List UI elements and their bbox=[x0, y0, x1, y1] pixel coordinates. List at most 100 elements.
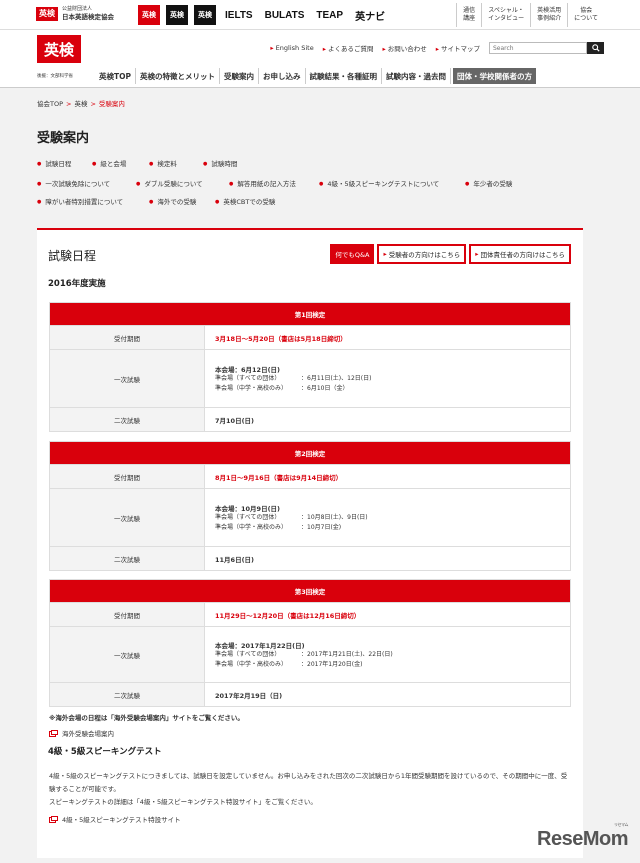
gnav-results[interactable]: 試験結果・各種証明 bbox=[306, 68, 382, 84]
second-exam-date: 7月10日(日) bbox=[215, 416, 255, 425]
search-icon bbox=[591, 44, 600, 52]
anchor-grades[interactable]: 級と会場 bbox=[92, 158, 126, 168]
year-heading: 2016年度実施 bbox=[48, 279, 106, 289]
anchor-answer-sheet[interactable]: 解答用紙の記入方法 bbox=[229, 178, 296, 188]
org-line2: 日本英語検定協会 bbox=[62, 12, 114, 21]
breadcrumb: 協会TOP > 英検 > 受験案内 bbox=[37, 100, 125, 108]
sub-venue-label: 準会場（すべての団体） bbox=[215, 514, 281, 522]
external-link-icon bbox=[49, 729, 58, 737]
logo-sub: 後援：文部科学省 bbox=[37, 74, 73, 79]
english-site-link[interactable]: English Site bbox=[270, 44, 314, 52]
second-exam-date: 2017年2月19日（日) bbox=[215, 691, 283, 700]
anchor-disability[interactable]: 障がい者特別措置について bbox=[37, 196, 123, 206]
reception-period: 8月1日～9月16日（書店は9月14日締切） bbox=[215, 473, 343, 482]
org-logo-mark: 英検 bbox=[36, 6, 58, 21]
speaking-link[interactable]: 4級・5級スピーキングテスト特設サイト bbox=[49, 814, 181, 824]
session-3-table: 第3回検定 受付期間 11月29日～12月20日（書店は12月16日締切） 一次… bbox=[49, 579, 571, 707]
faq-link[interactable]: よくあるご質問 bbox=[323, 43, 374, 53]
site-logo[interactable]: 英検 bbox=[37, 35, 81, 63]
session-1-table: 第1回検定 受付期間 3月18日～5月20日（書店は5月18日締切） 一次試験 … bbox=[49, 302, 571, 432]
first-exam-label: 一次試験 bbox=[50, 350, 205, 407]
first-exam-label: 一次試験 bbox=[50, 627, 205, 682]
watermark-sub: リセマム bbox=[614, 822, 629, 827]
breadcrumb-eiken[interactable]: 英検 bbox=[74, 100, 87, 108]
watermark-main: ReseMom bbox=[537, 828, 628, 850]
org-logo[interactable]: 英検 公益財団法人 日本英語検定協会 bbox=[36, 6, 114, 21]
breadcrumb-current: 受験案内 bbox=[98, 100, 125, 108]
speaking-text: 4級・5級のスピーキングテストにつきましては、試験日を設定していません。お申し込… bbox=[49, 770, 573, 809]
gnav-features[interactable]: 英検の特徴とメリット bbox=[136, 68, 220, 84]
sub-venue-date: ：6月11日(土)、12日(日) bbox=[301, 375, 372, 383]
main-venue-date: 本会場：2017年1月22日(日) bbox=[215, 642, 305, 651]
site-header: 英検 後援：文部科学省 English Site よくあるご質問 お問い合わせ … bbox=[0, 30, 640, 88]
second-exam-label: 二次試験 bbox=[50, 683, 205, 706]
gnav-apply[interactable]: お申し込み bbox=[259, 68, 306, 84]
top-link-cases[interactable]: 英検活用 事例紹介 bbox=[530, 3, 567, 27]
reception-label: 受付期間 bbox=[50, 465, 205, 488]
anchor-fee[interactable]: 検定料 bbox=[149, 158, 177, 168]
breadcrumb-home[interactable]: 協会TOP bbox=[37, 100, 63, 108]
resemom-watermark: リセマム ReseMom bbox=[537, 822, 628, 851]
anchor-speaking[interactable]: 4級・5級スピーキングテストについて bbox=[319, 178, 439, 188]
brand-links: 英検 英検 英検 IELTS BULATS TEAP 英ナビ bbox=[138, 4, 388, 26]
contact-link[interactable]: お問い合わせ bbox=[382, 43, 427, 53]
first-exam-label: 一次試験 bbox=[50, 489, 205, 546]
brand-ielts[interactable]: IELTS bbox=[222, 10, 256, 21]
anchor-young[interactable]: 年少者の受験 bbox=[465, 178, 512, 188]
gnav-content[interactable]: 試験内容・過去問 bbox=[382, 68, 451, 84]
brand-bulats[interactable]: BULATS bbox=[262, 10, 308, 21]
search-input[interactable] bbox=[489, 42, 587, 54]
top-link-interview[interactable]: スペシャル・ インタビュー bbox=[481, 3, 530, 27]
sub-venue-date: ：2017年1月21日(土)、22日(日) bbox=[301, 651, 393, 659]
overseas-link-label: 海外受験会場案内 bbox=[62, 730, 114, 738]
brand-eiken-iba[interactable]: 英検 bbox=[194, 5, 216, 25]
global-nav: 英検TOP 英検の特徴とメリット 受験案内 お申し込み 試験結果・各種証明 試験… bbox=[95, 68, 536, 84]
reception-period: 11月29日～12月20日（書店は12月16日締切） bbox=[215, 611, 361, 620]
brand-einavi[interactable]: 英ナビ bbox=[352, 8, 388, 23]
reception-label: 受付期間 bbox=[50, 603, 205, 626]
session-title: 第1回検定 bbox=[50, 303, 570, 325]
qa-buttons: 何でもQ&A 受験者の方向けはこちら 団体責任者の方向けはこちら bbox=[330, 244, 571, 264]
search-box bbox=[489, 42, 604, 54]
sub-venue-label: 準会場（中学・高校のみ） bbox=[215, 523, 288, 531]
top-link-about[interactable]: 協会 について bbox=[567, 3, 604, 27]
brand-eiken[interactable]: 英検 bbox=[138, 5, 160, 25]
qa-button[interactable]: 何でもQ&A bbox=[330, 244, 375, 264]
sub-venue-label: 準会場（中学・高校のみ） bbox=[215, 384, 288, 392]
speaking-heading: 4級・5級スピーキングテスト bbox=[48, 747, 162, 757]
brand-eiken-jr[interactable]: 英検 bbox=[166, 5, 188, 25]
examinee-button[interactable]: 受験者の方向けはこちら bbox=[377, 244, 467, 264]
main-venue-date: 本会場：10月9日(日) bbox=[215, 505, 281, 514]
external-link-icon bbox=[49, 815, 58, 823]
anchor-double[interactable]: ダブル受験について bbox=[136, 178, 202, 188]
top-link-course[interactable]: 通信 講座 bbox=[456, 3, 481, 27]
schedule-panel: 試験日程 何でもQ&A 受験者の方向けはこちら 団体責任者の方向けはこちら 20… bbox=[37, 228, 583, 858]
group-button[interactable]: 団体責任者の方向けはこちら bbox=[469, 244, 571, 264]
sub-venue-date: ：2017年1月20日(金) bbox=[301, 660, 363, 668]
sub-venue-date: ：10月7日(金) bbox=[301, 523, 342, 531]
overseas-note: ※海外会場の日程は「海外受験会場案内」サイトをご覧ください。 bbox=[49, 714, 244, 722]
session-2-table: 第2回検定 受付期間 8月1日～9月16日（書店は9月14日締切） 一次試験 本… bbox=[49, 441, 571, 571]
gnav-guide[interactable]: 受験案内 bbox=[220, 68, 259, 84]
sub-venue-label: 準会場（すべての団体） bbox=[215, 375, 281, 383]
gnav-groups[interactable]: 団体・学校関係者の方 bbox=[453, 68, 536, 84]
anchor-schedule[interactable]: 試験日程 bbox=[37, 158, 71, 168]
anchor-cbt[interactable]: 英検CBTでの受験 bbox=[215, 196, 275, 206]
second-exam-label: 二次試験 bbox=[50, 547, 205, 570]
session-title: 第3回検定 bbox=[50, 580, 570, 602]
gnav-top[interactable]: 英検TOP bbox=[95, 68, 136, 84]
anchor-exemption[interactable]: 一次試験免除について bbox=[37, 178, 110, 188]
brand-teap[interactable]: TEAP bbox=[313, 10, 346, 21]
speaking-link-label: 4級・5級スピーキングテスト特設サイト bbox=[62, 816, 181, 824]
main-venue-date: 本会場：6月12日(日) bbox=[215, 366, 281, 375]
sitemap-link[interactable]: サイトマップ bbox=[436, 43, 480, 53]
search-button[interactable] bbox=[587, 42, 604, 54]
overseas-link[interactable]: 海外受験会場案内 bbox=[49, 728, 114, 738]
anchor-overseas[interactable]: 海外での受験 bbox=[149, 196, 196, 206]
sub-venue-date: ：10月8日(土)、9日(日) bbox=[301, 514, 368, 522]
schedule-heading: 試験日程 bbox=[48, 249, 97, 263]
sub-venue-label: 準会場（中学・高校のみ） bbox=[215, 660, 288, 668]
top-strip: 英検 公益財団法人 日本英語検定協会 英検 英検 英検 IELTS BULATS… bbox=[0, 0, 640, 30]
speaking-paragraph-1: 4級・5級のスピーキングテストにつきましては、試験日を設定していません。お申し込… bbox=[49, 772, 568, 793]
anchor-time[interactable]: 試験時間 bbox=[203, 158, 237, 168]
